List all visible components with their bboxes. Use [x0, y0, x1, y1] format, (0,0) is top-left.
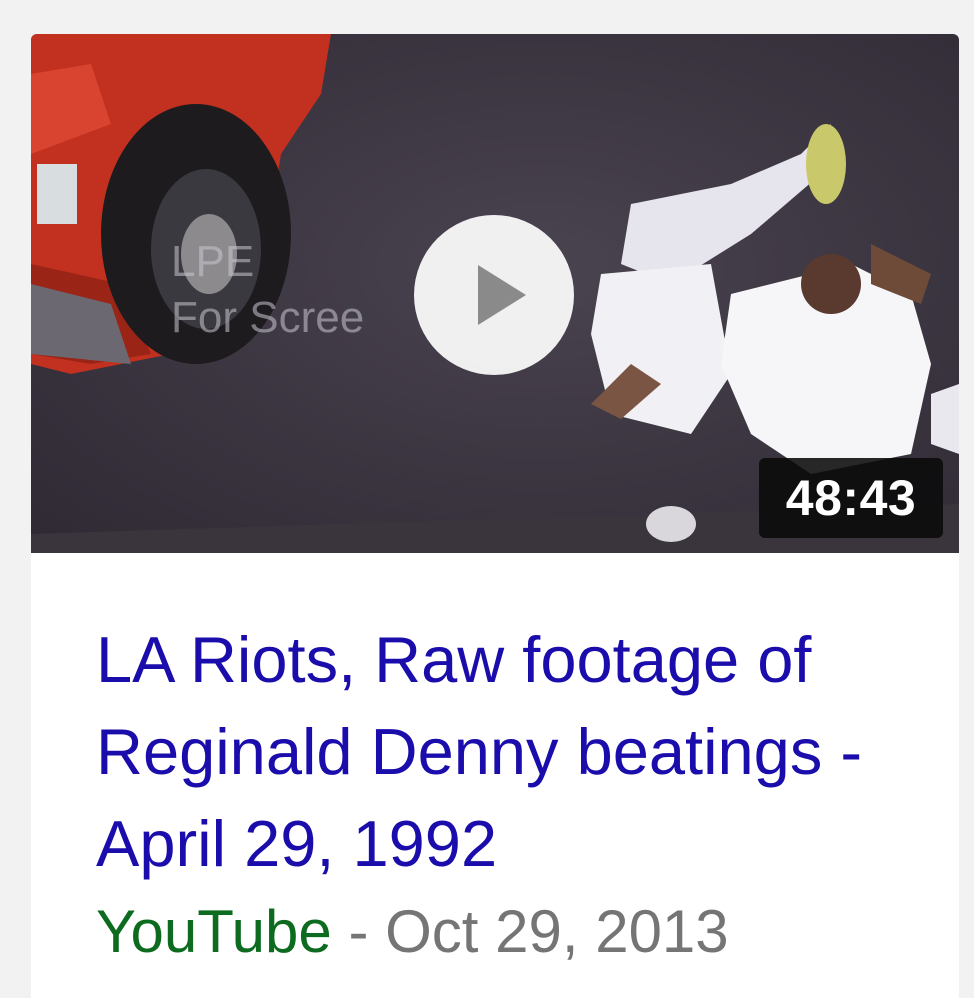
video-result-card[interactable]: LPE For Scree 48:43 LA Riots, Raw footag… — [31, 34, 959, 998]
duration-badge: 48:43 — [759, 458, 943, 538]
play-button[interactable] — [414, 215, 574, 375]
video-meta: YouTube - Oct 29, 2013 — [96, 892, 729, 972]
video-thumbnail[interactable]: LPE For Scree 48:43 — [31, 34, 959, 553]
play-icon — [478, 265, 526, 325]
video-title-link[interactable]: LA Riots, Raw footage of Reginald Denny … — [96, 614, 926, 890]
video-date: Oct 29, 2013 — [385, 898, 729, 965]
thumbnail-watermark: LPE For Scree — [171, 237, 365, 342]
meta-separator: - — [331, 898, 386, 965]
video-source: YouTube — [96, 898, 332, 965]
